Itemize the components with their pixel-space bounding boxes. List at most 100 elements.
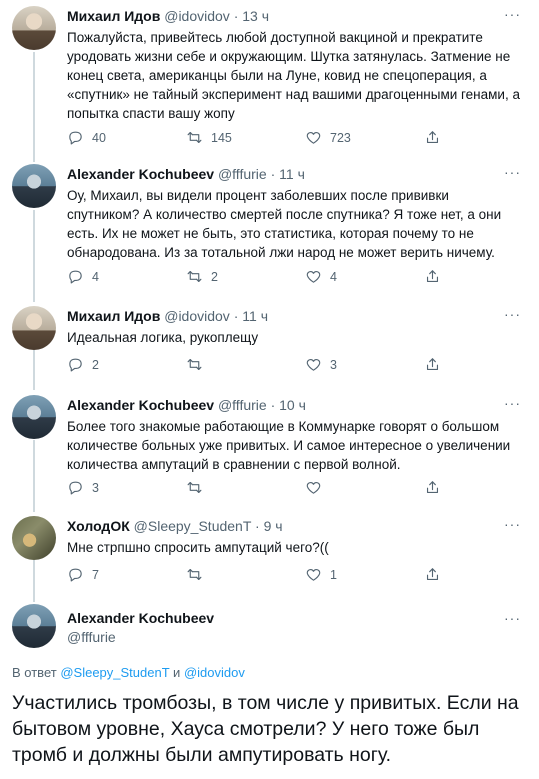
retweet-button[interactable] xyxy=(186,356,211,373)
heart-icon xyxy=(306,270,321,283)
tweet-text: Пожалуйста, привейтесь любой доступной в… xyxy=(67,30,520,121)
retweet-icon xyxy=(187,131,202,144)
author-name[interactable]: Alexander Kochubeev xyxy=(67,610,499,626)
timestamp[interactable]: 9 ч xyxy=(264,518,283,534)
more-icon[interactable]: ··· xyxy=(504,306,521,322)
retweet-button[interactable]: 2 xyxy=(186,268,218,285)
reply-button[interactable]: 40 xyxy=(67,129,106,146)
retweet-button[interactable] xyxy=(186,479,211,496)
share-button[interactable] xyxy=(424,356,441,373)
reply-icon xyxy=(69,270,82,284)
tweet-text: Более того знакомые работающие в Коммуна… xyxy=(67,419,511,472)
separator-dot: · xyxy=(233,308,239,324)
separator-dot: · xyxy=(255,518,260,534)
retweet-button[interactable] xyxy=(186,566,211,583)
more-icon[interactable]: ··· xyxy=(504,164,521,180)
retweet-count: 2 xyxy=(211,269,218,284)
reply-count: 40 xyxy=(92,130,106,145)
tweet[interactable]: Alexander Kochubeev @fffurie · 11 ч ··· … xyxy=(0,162,539,297)
tweet[interactable]: Михаил Идов @idovidov · 11 ч ··· Идеальн… xyxy=(0,304,539,384)
like-count: 3 xyxy=(330,357,337,372)
separator-dot: · xyxy=(233,8,239,24)
mention-link[interactable]: @Sleepy_StudenT xyxy=(60,665,169,680)
tweet-actions: 3 xyxy=(67,479,539,499)
separator-dot: · xyxy=(270,397,276,413)
share-button[interactable] xyxy=(424,129,441,146)
timestamp[interactable]: 11 ч xyxy=(279,166,305,182)
retweet-count: 145 xyxy=(211,130,232,145)
author-name[interactable]: ХолодОК xyxy=(67,518,130,534)
reply-button[interactable]: 4 xyxy=(67,268,99,285)
reply-count: 2 xyxy=(92,357,99,372)
heart-icon xyxy=(306,131,321,144)
avatar[interactable] xyxy=(12,6,56,50)
share-icon xyxy=(426,358,439,371)
tweet[interactable]: ХолодОК @Sleepy_StudenT · 9 ч ··· Мне ст… xyxy=(0,514,539,594)
avatar[interactable] xyxy=(12,395,56,439)
author-handle[interactable]: @idovidov xyxy=(164,308,230,324)
heart-icon xyxy=(306,481,321,494)
avatar[interactable] xyxy=(12,516,56,560)
tweet[interactable]: Михаил Идов @idovidov · 13 ч ··· Пожалуй… xyxy=(0,4,539,154)
tweet-text: Идеальная логика, рукоплещу xyxy=(67,330,259,345)
author-handle[interactable]: @fffurie xyxy=(218,397,267,413)
reply-count: 4 xyxy=(92,269,99,284)
author-name[interactable]: Михаил Идов xyxy=(67,8,160,24)
retweet-icon xyxy=(187,358,202,371)
reply-button[interactable]: 3 xyxy=(67,479,99,496)
avatar[interactable] xyxy=(12,164,56,208)
like-count: 4 xyxy=(330,269,337,284)
like-button[interactable]: 3 xyxy=(305,356,337,373)
more-icon[interactable]: ··· xyxy=(504,395,521,411)
like-count: 723 xyxy=(330,130,351,145)
mention-link[interactable]: @idovidov xyxy=(184,665,245,680)
share-icon xyxy=(426,131,439,144)
heart-icon xyxy=(306,568,321,581)
retweet-button[interactable]: 145 xyxy=(186,129,232,146)
like-button[interactable]: 1 xyxy=(305,566,337,583)
reply-icon xyxy=(69,568,82,582)
tweet-header: ХолодОК @Sleepy_StudenT · 9 ч xyxy=(67,518,499,534)
retweet-icon xyxy=(187,270,202,283)
reply-icon xyxy=(69,131,82,145)
timestamp[interactable]: 10 ч xyxy=(279,397,306,413)
author-name[interactable]: Alexander Kochubeev xyxy=(67,166,214,182)
like-button[interactable]: 723 xyxy=(305,129,351,146)
author-handle[interactable]: @idovidov xyxy=(164,8,230,24)
share-icon xyxy=(426,481,439,494)
separator-dot: · xyxy=(270,166,276,182)
reply-icon xyxy=(69,481,82,495)
tweet-actions: 40 145 723 xyxy=(67,129,539,149)
main-tweet-text: Участились тромбозы, в том числе у приви… xyxy=(12,692,519,766)
author-handle[interactable]: @fffurie xyxy=(218,166,267,182)
author-handle[interactable]: @Sleepy_StudenT xyxy=(134,518,251,534)
avatar[interactable] xyxy=(12,604,56,648)
author-handle[interactable]: @fffurie xyxy=(67,629,499,645)
more-icon[interactable]: ··· xyxy=(504,610,521,626)
reply-button[interactable]: 7 xyxy=(67,566,99,583)
more-icon[interactable]: ··· xyxy=(504,6,521,22)
tweet-text: Мне стрпшно спросить ампутаций чего?(( xyxy=(67,540,329,555)
retweet-icon xyxy=(187,568,202,581)
avatar[interactable] xyxy=(12,306,56,350)
like-button[interactable] xyxy=(305,479,330,496)
like-count: 1 xyxy=(330,567,337,582)
share-button[interactable] xyxy=(424,479,441,496)
timestamp[interactable]: 11 ч xyxy=(242,308,268,324)
reply-button[interactable]: 2 xyxy=(67,356,99,373)
timestamp[interactable]: 13 ч xyxy=(242,8,269,24)
author-name[interactable]: Михаил Идов xyxy=(67,308,160,324)
heart-icon xyxy=(306,358,321,371)
tweet[interactable]: Alexander Kochubeev @fffurie · 10 ч ··· … xyxy=(0,393,539,508)
reply-count: 3 xyxy=(92,480,99,495)
reply-count: 7 xyxy=(92,567,99,582)
share-button[interactable] xyxy=(424,566,441,583)
like-button[interactable]: 4 xyxy=(305,268,337,285)
author-name[interactable]: Alexander Kochubeev xyxy=(67,397,214,413)
share-button[interactable] xyxy=(424,268,441,285)
share-icon xyxy=(426,568,439,581)
tweet-actions: 2 3 xyxy=(67,356,539,376)
tweet-header: Alexander Kochubeev @fffurie · 11 ч xyxy=(67,166,499,182)
retweet-icon xyxy=(187,481,202,494)
more-icon[interactable]: ··· xyxy=(504,516,521,532)
